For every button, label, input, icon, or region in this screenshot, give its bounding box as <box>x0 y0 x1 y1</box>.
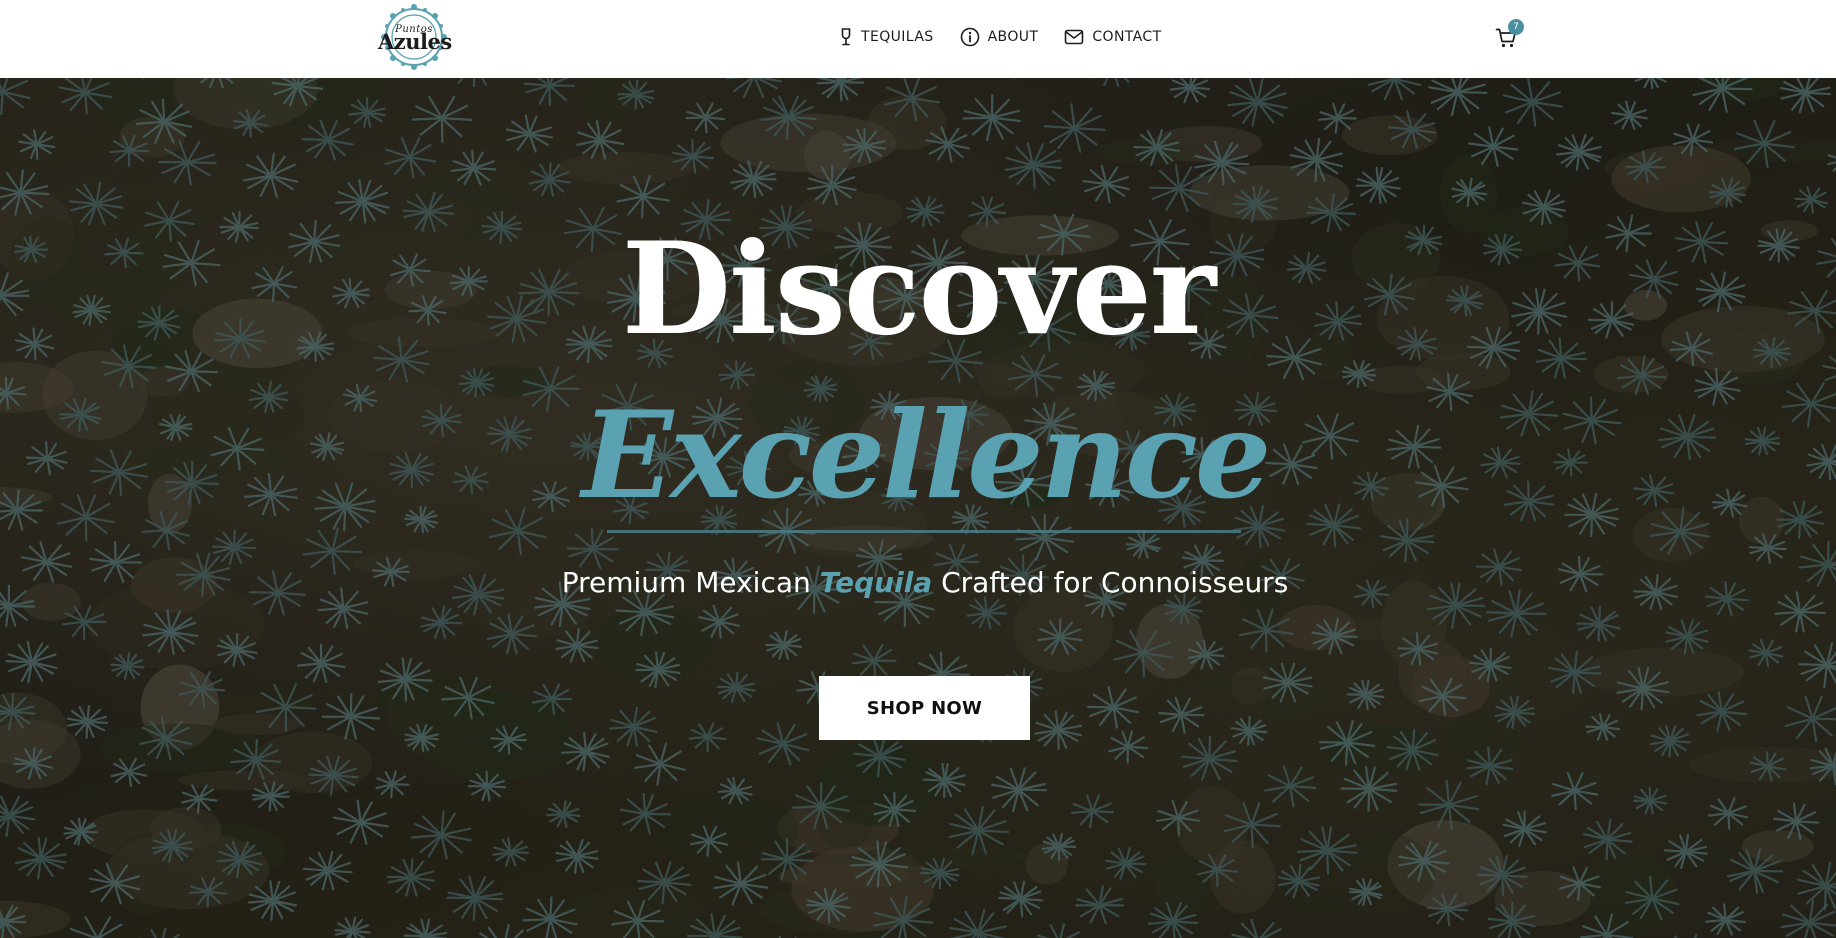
brand-logo[interactable]: Puntos Azules <box>378 2 452 72</box>
logo-wordmark: Azules <box>378 29 452 54</box>
main-nav: TEQUILAS ABOUT CONTACT <box>839 26 1162 48</box>
site-header: Puntos Azules TEQUILAS ABOUT CONTACT 7 <box>0 0 1836 78</box>
nav-label-about: ABOUT <box>987 29 1039 45</box>
hero-subtitle: Premium Mexican Tequila Crafted for Conn… <box>560 564 1290 601</box>
hero-section: Discover Excellence Premium Mexican Tequ… <box>0 78 1836 938</box>
mail-icon <box>1065 29 1084 45</box>
subtitle-accent-word: Tequila <box>819 566 933 599</box>
nav-item-about[interactable]: ABOUT <box>960 27 1039 47</box>
hero-headline-accent: Excellence <box>581 385 1272 526</box>
nav-item-tequilas[interactable]: TEQUILAS <box>839 27 934 47</box>
nav-label-tequilas: TEQUILAS <box>861 29 934 45</box>
glass-icon <box>841 28 851 46</box>
headline-underline-divider <box>607 530 1241 533</box>
info-icon <box>960 27 979 47</box>
shop-now-button[interactable]: SHOP NOW <box>819 676 1030 740</box>
subtitle-text-end: Crafted for Connoisseurs <box>932 566 1289 599</box>
hero-headline-primary: Discover <box>621 215 1217 363</box>
subtitle-text-start: Premium Mexican <box>561 566 820 599</box>
nav-label-contact: CONTACT <box>1092 29 1162 45</box>
nav-item-contact[interactable]: CONTACT <box>1064 29 1161 45</box>
cart-count-badge: 7 <box>1508 19 1524 35</box>
